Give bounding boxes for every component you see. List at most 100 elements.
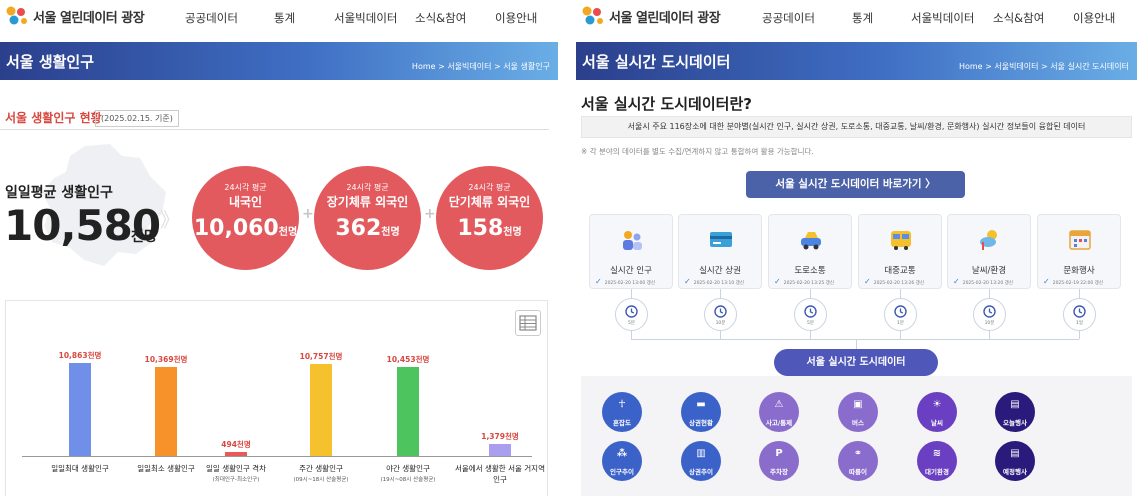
service-button[interactable]: ▤ 예정행사 [995, 441, 1035, 481]
service-button[interactable]: ⁂ 인구추이 [602, 441, 642, 481]
service-label: 상권추이 [689, 468, 713, 476]
nav-item-stats[interactable]: 통계 [274, 10, 295, 26]
data-card[interactable]: 대중교통 ✓ 2025-02-20 13:26 갱신 [858, 214, 942, 289]
service-icon: ≋ [932, 448, 942, 459]
car-icon [801, 232, 821, 250]
service-icon: ▬ [696, 399, 706, 410]
clock-icon [1073, 305, 1086, 318]
category-label: 일일최대 생활인구 [35, 463, 125, 474]
update-cycle-clock: 1분 [884, 298, 917, 331]
table-icon [519, 315, 537, 331]
service-label: 주차장 [770, 468, 788, 476]
data-card[interactable]: 실시간 인구 ✓ 2025-02-20 13:00 갱신 [589, 214, 673, 289]
date-tag: (2025.02.15. 기준) [95, 110, 179, 127]
bar-value-label: 494천명 [221, 439, 251, 449]
nav-item-public-data[interactable]: 공공데이터 [762, 10, 815, 26]
chevron-right-icon: 》 [160, 208, 180, 232]
service-label: 사고/통제 [765, 419, 793, 427]
bar-0[interactable] [69, 363, 91, 456]
category-name: 야간 생활인구 [386, 464, 430, 473]
card-label: 날씨/환경 [971, 266, 1007, 276]
check-icon: ✓ [684, 277, 691, 286]
circle-long-term-foreign: 24시각 평균 장기체류 외국인 362천명 [314, 166, 421, 270]
service-button[interactable]: ⚭ 따릉이 [838, 441, 878, 481]
update-cycle-clock: 5분 [615, 298, 648, 331]
category-sub: (19시~08시 산술평균) [380, 477, 436, 483]
card-timestamp: ✓ 2025-02-20 13:00 갱신 [595, 277, 655, 286]
section-title: 서울 실시간 도시데이터란? [581, 95, 752, 113]
bar-4[interactable] [397, 366, 419, 456]
check-icon: ✓ [1043, 277, 1050, 286]
service-button[interactable]: ☥ 혼잡도 [602, 392, 642, 432]
nav-item-public-data[interactable]: 공공데이터 [185, 10, 238, 26]
breadcrumb[interactable]: Home > 서울빅데이터 > 서울 생활인구 [412, 61, 550, 72]
data-card[interactable]: 날씨/환경 ✓ 2025-02-20 13:20 갱신 [947, 214, 1031, 289]
card-label: 문화행사 [1063, 266, 1095, 276]
card-label: 실시간 인구 [610, 266, 652, 276]
connector-line [631, 339, 1079, 340]
page-banner: 서울 생활인구 Home > 서울빅데이터 > 서울 생활인구 [0, 42, 558, 80]
circle-value: 362천명 [335, 216, 400, 241]
check-icon: ✓ [595, 277, 602, 286]
circle-short-term-foreign: 24시각 평균 단기체류 외국인 158천명 [436, 166, 543, 270]
card-label: 도로소통 [794, 266, 826, 276]
top-nav: 서울 열린데이터 광장 공공데이터 통계 서울빅데이터 소식&참여 이용안내 [576, 0, 1137, 34]
panel-gap [558, 0, 576, 496]
category-label: 야간 생활인구 (19시~08시 산술평균) [363, 463, 453, 483]
service-icon: ▥ [696, 448, 706, 459]
update-cycle-clock: 10분 [973, 298, 1006, 331]
service-button[interactable]: P 주차장 [759, 441, 799, 481]
bar-3[interactable] [310, 363, 332, 456]
circle-sub: 24시각 평균 [224, 183, 267, 192]
plus-icon: + [424, 206, 436, 222]
service-label: 상권현황 [689, 419, 713, 427]
nav-item-news[interactable]: 소식&참여 [993, 10, 1044, 26]
description-box: 서울시 주요 116장소에 대한 분야별(실시간 인구, 실시간 상권, 도로소… [581, 116, 1132, 138]
cycle-label: 10분 [715, 321, 726, 326]
table-view-button[interactable] [515, 310, 541, 336]
nav-item-guide[interactable]: 이용안내 [1073, 10, 1115, 26]
site-logo[interactable]: 서울 열린데이터 광장 [4, 5, 145, 27]
service-button[interactable]: ▬ 상권현황 [681, 392, 721, 432]
service-button[interactable]: ▤ 오늘행사 [995, 392, 1035, 432]
data-card[interactable]: 문화행사 ✓ 2025-02-19 22:00 갱신 [1037, 214, 1121, 289]
category-name: 주간 생활인구 [299, 464, 343, 473]
service-button[interactable]: ≋ 대기환경 [917, 441, 957, 481]
nav-item-news[interactable]: 소식&참여 [415, 10, 466, 26]
breadcrumb[interactable]: Home > 서울빅데이터 > 서울 실시간 도시데이터 [959, 61, 1129, 72]
bar-5[interactable] [489, 444, 511, 456]
service-button[interactable]: ▣ 버스 [838, 392, 878, 432]
circle-sub: 24시각 평균 [468, 183, 511, 192]
page-banner: 서울 실시간 도시데이터 Home > 서울빅데이터 > 서울 실시간 도시데이… [576, 42, 1137, 80]
bar-value-label: 1,379천명 [481, 432, 519, 442]
service-label: 인구추이 [610, 468, 634, 476]
service-label: 따릉이 [849, 468, 867, 476]
bar-1[interactable] [155, 367, 177, 456]
site-logo[interactable]: 서울 열린데이터 광장 [580, 5, 721, 27]
service-button[interactable]: ☀ 날씨 [917, 392, 957, 432]
service-button[interactable]: ▥ 상권추이 [681, 441, 721, 481]
check-icon: ✓ [774, 277, 781, 286]
nav-item-stats[interactable]: 통계 [852, 10, 873, 26]
section-title: 서울 생활인구 현황 [5, 111, 102, 125]
update-cycle-clock: 10분 [704, 298, 737, 331]
weather-icon [980, 230, 997, 250]
clock-icon [983, 305, 996, 318]
nav-item-guide[interactable]: 이용안내 [495, 10, 537, 26]
data-card[interactable]: 도로소통 ✓ 2025-02-20 13:25 갱신 [768, 214, 852, 289]
cycle-label: 5분 [627, 321, 635, 326]
data-card[interactable]: 실시간 상권 ✓ 2025-02-20 13:10 갱신 [678, 214, 762, 289]
logo-text: 서울 열린데이터 광장 [609, 10, 721, 26]
update-cycle-clock: 1일 [1063, 298, 1096, 331]
category-name: 일일최소 생활인구 [137, 464, 195, 473]
service-button[interactable]: ⚠ 사고/통제 [759, 392, 799, 432]
plus-icon: + [302, 206, 314, 222]
service-icon: ⁂ [616, 448, 628, 459]
citydata-pill[interactable]: 서울 실시간 도시데이터 [774, 349, 938, 376]
category-sub: (09시~18시 산술평균) [293, 477, 349, 483]
service-icon: ▤ [1010, 399, 1020, 410]
check-icon: ✓ [953, 277, 960, 286]
nav-item-bigdata[interactable]: 서울빅데이터 [334, 10, 397, 26]
go-to-citydata-button[interactable]: 서울 실시간 도시데이터 바로가기 〉 [746, 171, 965, 198]
nav-item-bigdata[interactable]: 서울빅데이터 [911, 10, 974, 26]
